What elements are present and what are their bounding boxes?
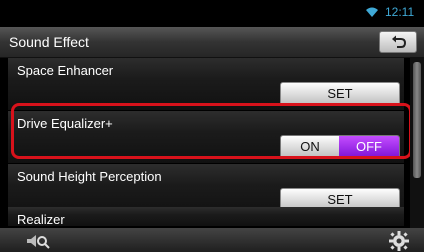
row-label: Realizer — [17, 212, 65, 227]
row-realizer: Realizer — [8, 207, 404, 227]
speaker-search-icon[interactable] — [24, 231, 52, 251]
bottom-bar — [0, 228, 424, 252]
row-label: Space Enhancer — [17, 63, 114, 78]
page-title: Sound Effect — [9, 34, 89, 50]
row-label: Sound Height Perception — [17, 169, 162, 184]
clock: 12:11 — [385, 5, 415, 19]
back-arrow-icon — [392, 35, 407, 48]
status-bar: 12:11 — [0, 0, 424, 26]
wifi-icon — [366, 7, 378, 17]
scroll-thumb[interactable] — [413, 62, 421, 178]
gear-icon[interactable] — [388, 230, 410, 252]
highlight-frame — [11, 103, 412, 159]
scrollbar[interactable] — [410, 58, 424, 228]
title-bar: Sound Effect — [0, 27, 424, 58]
back-button[interactable] — [379, 31, 417, 53]
